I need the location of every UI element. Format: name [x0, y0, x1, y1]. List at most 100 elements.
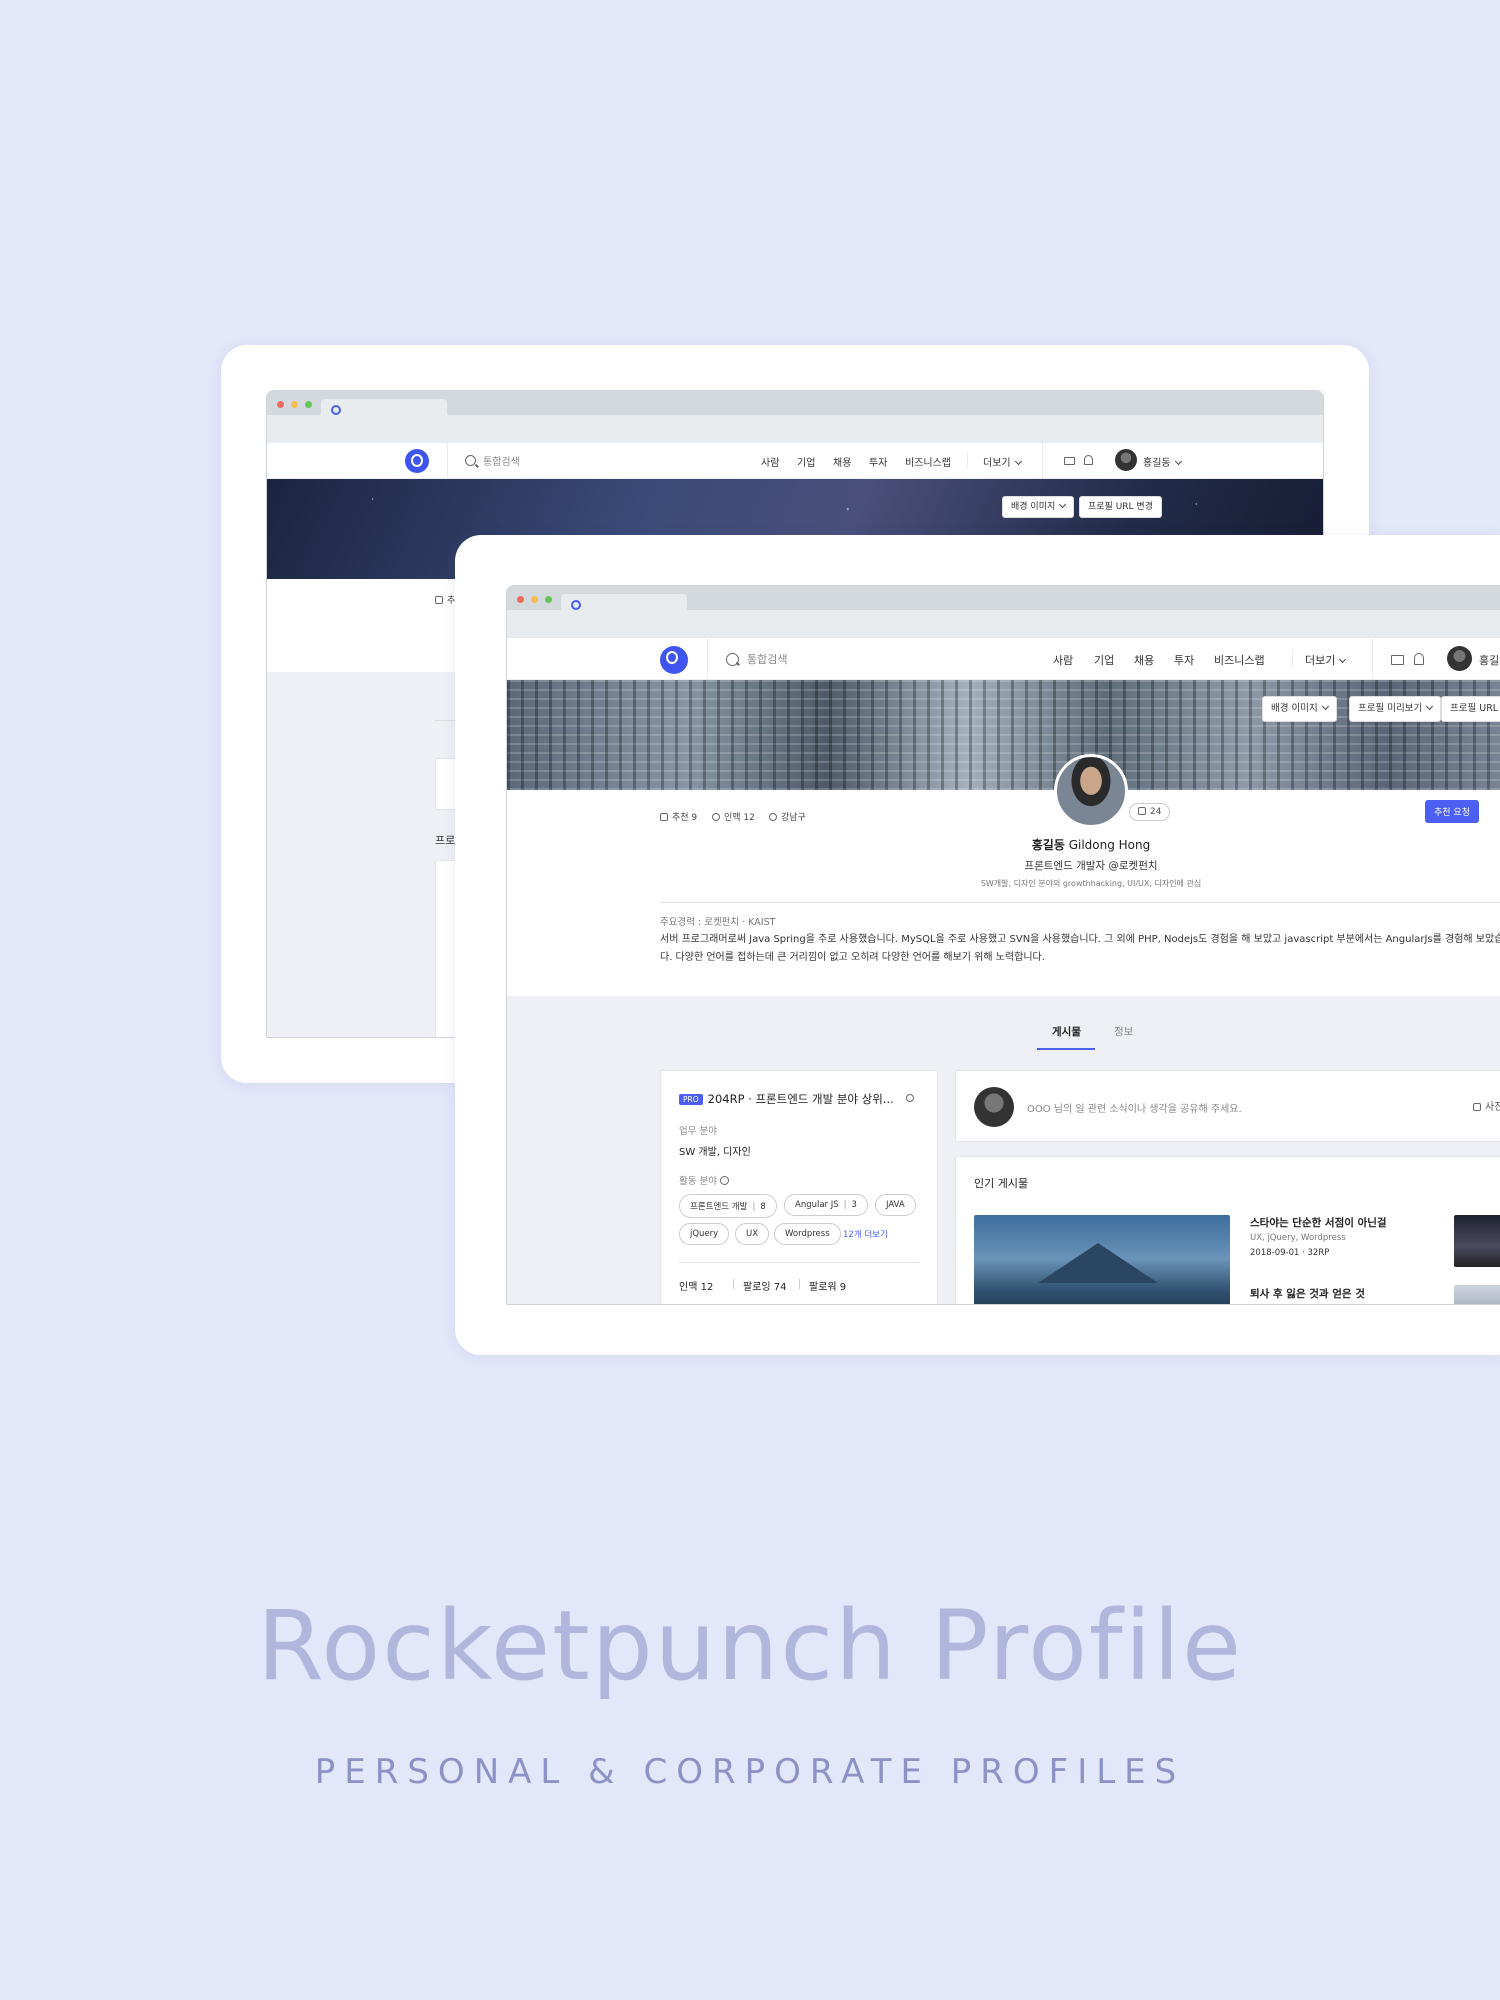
location: 강남구 [769, 810, 806, 823]
rocketpunch-logo-icon[interactable] [660, 646, 688, 674]
recommend-count: 추 [435, 593, 455, 606]
page-title: Rocketpunch Profile [256, 1590, 1244, 1702]
nav-more[interactable]: 더보기 [1305, 652, 1347, 668]
nav-bizlab[interactable]: 비즈니스랩 [1214, 652, 1265, 668]
more-tags-link[interactable]: 12개 더보기 [843, 1228, 888, 1240]
post-thumbnail[interactable] [1454, 1285, 1500, 1304]
profile-url-button[interactable]: 프로필 URL 변경 [1079, 496, 1162, 518]
nav-people[interactable]: 사람 [1053, 652, 1073, 668]
content-area: 게시물 정보 PRO 204RP · 프론트엔드 개발 분야 상위... 업무 분… [507, 996, 1500, 1304]
connections-link[interactable]: 인맥 12 [679, 1278, 713, 1293]
pro-badge: PRO [679, 1094, 703, 1105]
profile-role: 프론트엔드 개발자 @로켓펀치 [1024, 860, 1158, 872]
profile-interests: SW개발, 디자인 분야의 growthhacking, UI/UX, 디자인에… [980, 879, 1202, 888]
minimize-dot-icon[interactable] [291, 401, 298, 408]
browser-chrome [267, 391, 1323, 443]
maximize-dot-icon[interactable] [305, 401, 312, 408]
page-subtitle: PERSONAL & CORPORATE PROFILES [314, 1752, 1186, 1792]
pro-rank-title[interactable]: PRO 204RP · 프론트엔드 개발 분야 상위... [679, 1091, 894, 1107]
skill-tag[interactable]: Wordpress [774, 1223, 841, 1245]
tab-posts[interactable]: 게시물 [1052, 1024, 1081, 1039]
profile-photo [1054, 754, 1128, 828]
followers-link[interactable]: 팔로워 9 [809, 1278, 846, 1293]
section-heading: 프로 [435, 834, 456, 847]
following-link[interactable]: 팔로잉 74 [743, 1278, 787, 1293]
photo-upload-button[interactable]: 사진 [1473, 1098, 1500, 1113]
post-composer: OOO 님의 일 관련 소식이나 생각을 공유해 주세요. 사진 [955, 1070, 1500, 1142]
search-input[interactable]: 통합검색 [483, 453, 520, 468]
nav-more[interactable]: 더보기 [983, 454, 1022, 469]
active-tab-indicator [1037, 1048, 1095, 1050]
work-field-value: SW 개발, 디자인 [679, 1147, 751, 1158]
skill-tag[interactable]: JAVA [875, 1194, 916, 1216]
thumbs-up-icon [1138, 807, 1146, 815]
rocketpunch-logo-icon[interactable] [405, 449, 429, 473]
front-mockup-card: 통합검색 사람 기업 채용 투자 비즈니스랩 더보기 홍길 배경 이미지 프로필… [455, 535, 1500, 1355]
top-navigation: 통합검색 사람 기업 채용 투자 비즈니스랩 더보기 홍길 [507, 638, 1500, 680]
user-menu[interactable]: 홍길동 [1143, 454, 1182, 469]
skill-tag[interactable]: UX [735, 1223, 770, 1245]
browser-tab[interactable] [321, 399, 447, 423]
profile-banner: 배경 이미지 프로필 미리보기 프로필 URL 변 [507, 680, 1500, 790]
nav-invest[interactable]: 투자 [869, 454, 887, 469]
search-input[interactable]: 통합검색 [747, 651, 787, 667]
request-recommendation-button[interactable]: 추천 요청 [1425, 800, 1479, 823]
info-icon[interactable] [720, 1176, 730, 1185]
nav-bizlab[interactable]: 비즈니스랩 [905, 454, 951, 469]
tab-info[interactable]: 정보 [1114, 1024, 1133, 1039]
maximize-dot-icon[interactable] [545, 596, 552, 603]
skill-tag[interactable]: jQuery [679, 1223, 730, 1245]
chevron-down-icon [1321, 702, 1329, 711]
composer-avatar [974, 1087, 1014, 1127]
popular-posts-heading: 인기 게시물 [974, 1177, 1029, 1190]
profile-header: 추천 9 인맥 12 강남구 24 추천 요청 홍길동 Gildong Hong… [507, 754, 1500, 996]
person-icon [712, 813, 720, 821]
bell-icon[interactable] [1414, 653, 1424, 665]
nav-jobs[interactable]: 채용 [833, 454, 851, 469]
chevron-down-icon [1174, 457, 1182, 466]
browser-chrome [507, 586, 1500, 638]
close-dot-icon[interactable] [277, 401, 284, 408]
bell-icon[interactable] [1084, 455, 1093, 465]
search-icon[interactable] [465, 455, 476, 466]
browser-tab[interactable] [561, 594, 687, 618]
mail-icon[interactable] [1391, 655, 1404, 665]
nav-invest[interactable]: 투자 [1174, 652, 1194, 668]
mail-icon[interactable] [1064, 457, 1075, 465]
profile-name: 홍길동 Gildong Hong [1031, 838, 1151, 852]
post-meta: 2018-09-01 · 32RP [1250, 1248, 1330, 1258]
background-image-button[interactable]: 배경 이미지 [1262, 696, 1337, 722]
thumbs-up-icon [435, 596, 443, 604]
post-title[interactable]: 스타야는 단순한 서점이 아닌걸 [1250, 1215, 1387, 1230]
nav-people[interactable]: 사람 [761, 454, 779, 469]
nav-companies[interactable]: 기업 [797, 454, 815, 469]
search-icon[interactable] [726, 653, 739, 666]
skill-tag[interactable]: Angular JS | 3 [784, 1194, 868, 1216]
profile-preview-button[interactable]: 프로필 미리보기 [1349, 696, 1442, 722]
post-title[interactable]: 퇴사 후 잃은 것과 얻은 것 [1250, 1286, 1365, 1301]
rocketpunch-favicon-icon [331, 405, 341, 415]
background-image-button[interactable]: 배경 이미지 [1002, 496, 1075, 518]
nav-jobs[interactable]: 채용 [1134, 652, 1154, 668]
skill-tag[interactable]: 프론트엔드 개발 | 8 [679, 1194, 777, 1218]
image-icon [1473, 1103, 1481, 1111]
info-icon[interactable] [906, 1094, 914, 1102]
activity-field-label: 활동 분야 [679, 1173, 733, 1187]
nav-companies[interactable]: 기업 [1094, 652, 1114, 668]
rocketpunch-favicon-icon [571, 600, 581, 610]
user-avatar[interactable] [1115, 449, 1137, 471]
post-thumbnail[interactable] [1454, 1215, 1500, 1267]
close-dot-icon[interactable] [517, 596, 524, 603]
recommend-count: 추천 9 [660, 810, 697, 823]
post-thumbnail[interactable] [974, 1215, 1230, 1304]
minimize-dot-icon[interactable] [531, 596, 538, 603]
like-button[interactable]: 24 [1129, 803, 1171, 821]
user-avatar[interactable] [1447, 646, 1472, 671]
career-summary: 주요경력 : 로켓펀치 · KAIST [660, 917, 776, 928]
profile-url-button[interactable]: 프로필 URL 변 [1441, 696, 1500, 722]
post-tags: UX, jQuery, Wordpress [1250, 1233, 1346, 1243]
composer-input[interactable]: OOO 님의 일 관련 소식이나 생각을 공유해 주세요. [1027, 1100, 1242, 1115]
user-menu[interactable]: 홍길 [1479, 652, 1499, 668]
chevron-down-icon [1426, 702, 1434, 711]
chevron-down-icon [1059, 500, 1067, 509]
